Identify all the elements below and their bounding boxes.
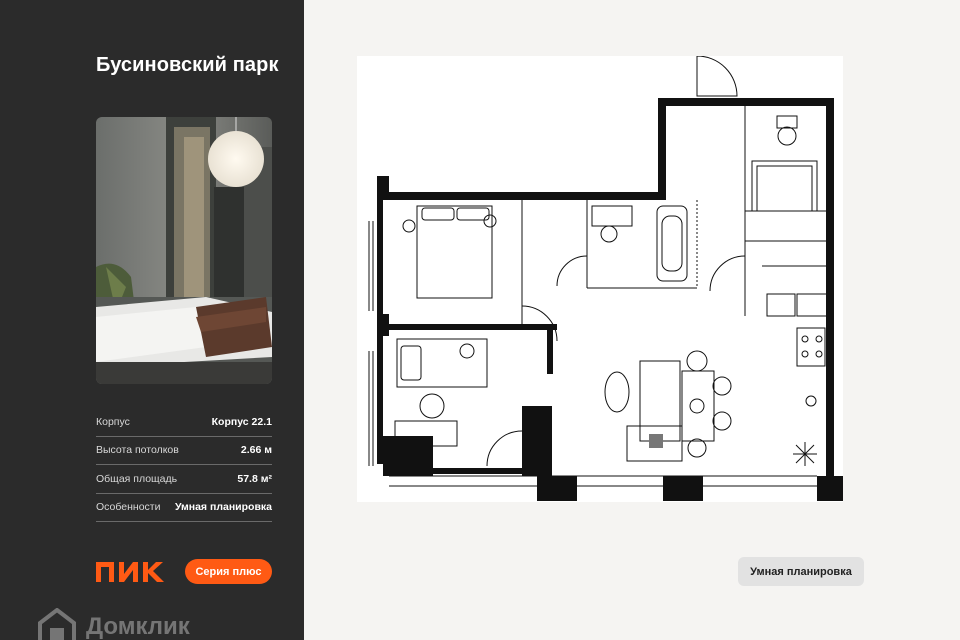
spec-label: Высота потолков	[96, 444, 179, 457]
domclick-icon	[38, 608, 76, 640]
series-button[interactable]: Серия плюс	[185, 559, 272, 584]
spec-row: Высота потолков 2.66 м	[96, 437, 272, 465]
spec-value: 2.66 м	[240, 444, 272, 457]
interior-photo	[96, 117, 272, 384]
spec-row: Корпус Корпус 22.1	[96, 408, 272, 437]
spec-row: Особенности Умная планировка	[96, 494, 272, 522]
domclick-watermark: Домклик	[38, 608, 190, 640]
sidebar: Бусиновский парк Корпус Корпус 22.1 Высо…	[0, 0, 304, 640]
spec-label: Корпус	[96, 415, 130, 428]
project-title: Бусиновский парк	[96, 54, 279, 76]
specs-table: Корпус Корпус 22.1 Высота потолков 2.66 …	[96, 408, 272, 522]
spec-label: Особенности	[96, 501, 161, 514]
floor-plan	[357, 55, 843, 502]
spec-value: 57.8 м²	[237, 472, 272, 485]
smart-plan-badge[interactable]: Умная планировка	[738, 557, 864, 586]
spec-label: Общая площадь	[96, 472, 178, 485]
spec-value: Корпус 22.1	[211, 415, 272, 428]
pik-logo	[96, 560, 164, 584]
domclick-label: Домклик	[86, 613, 190, 640]
spec-value: Умная планировка	[174, 501, 272, 514]
spec-row: Общая площадь 57.8 м²	[96, 465, 272, 494]
